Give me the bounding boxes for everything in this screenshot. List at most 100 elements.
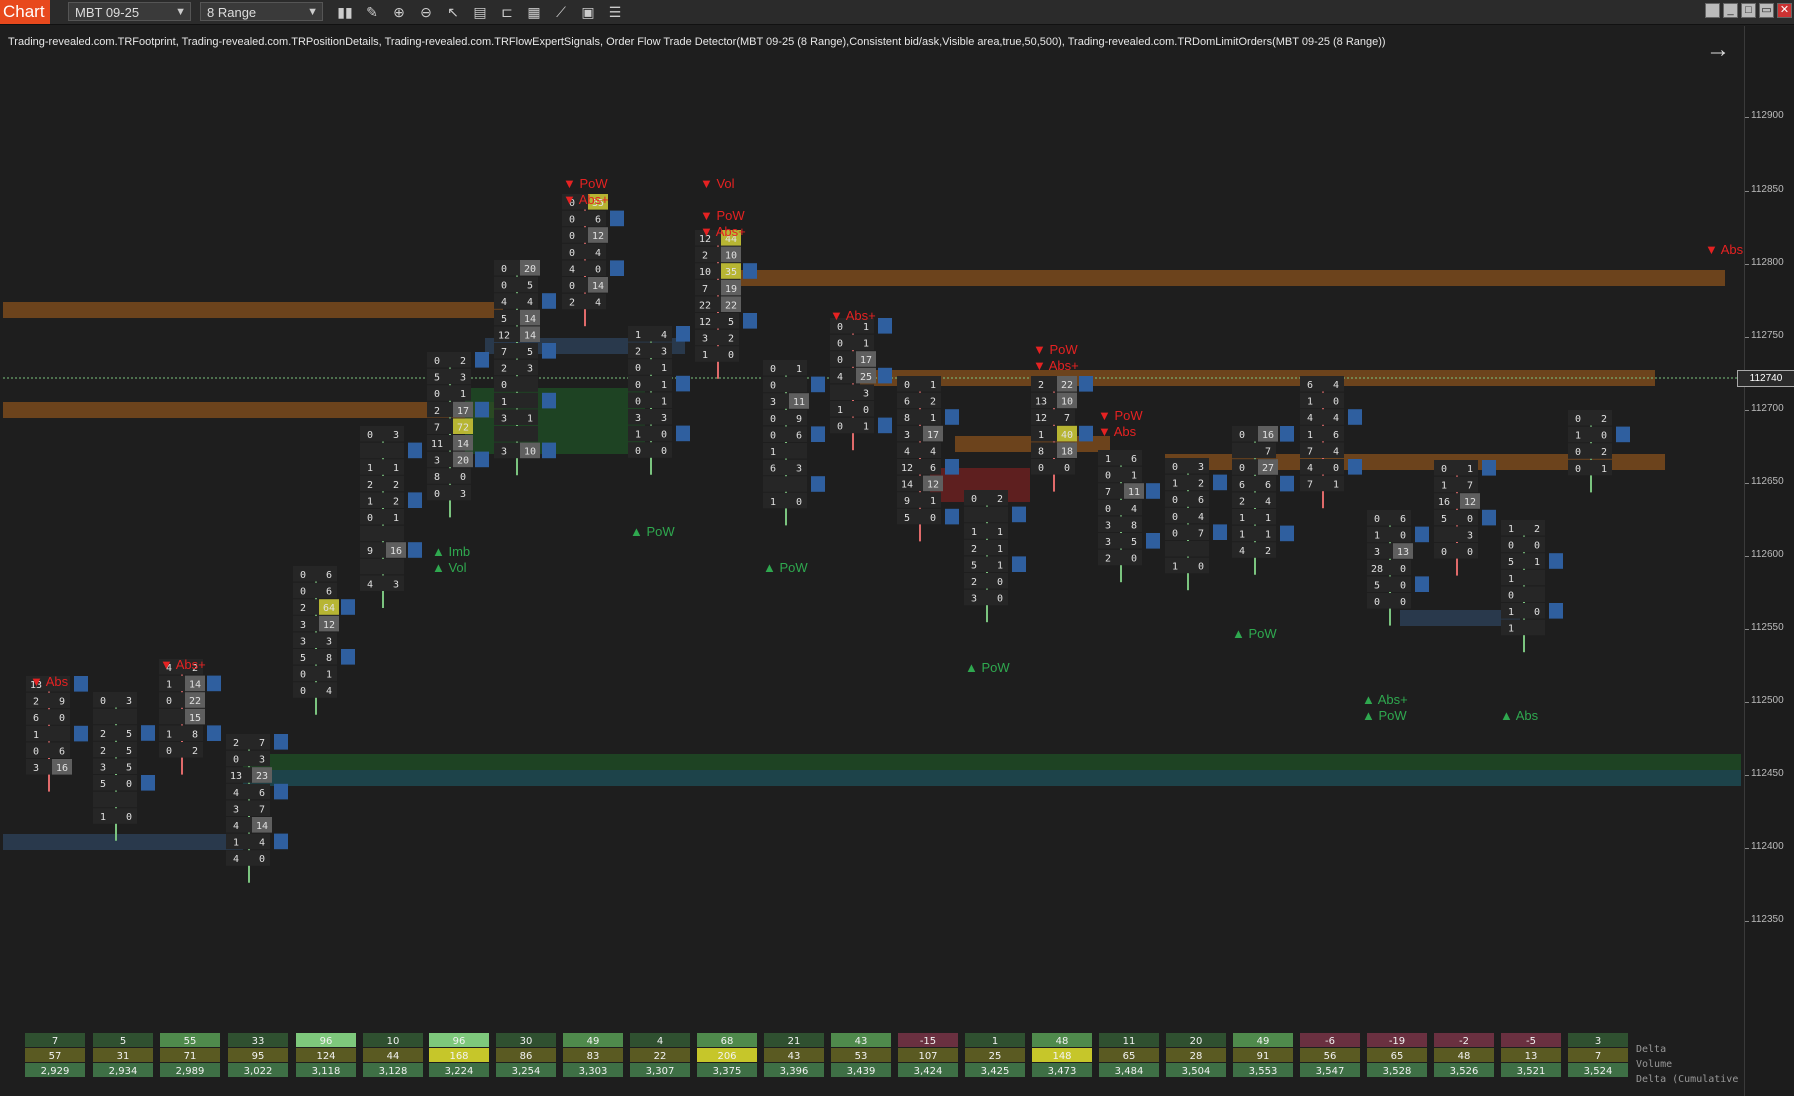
template-icon[interactable]: ▣ — [578, 2, 598, 22]
cumulative-delta-cell: 3,022 — [244, 1066, 273, 1077]
dom-limit-bar — [542, 343, 556, 359]
ask-volume: 3 — [393, 430, 399, 441]
bid-volume: 0 — [837, 339, 843, 350]
dom-limit-bar — [945, 409, 959, 425]
bid-volume: 0 — [300, 670, 306, 681]
dom-limit-bar — [945, 459, 959, 475]
bid-volume: 4 — [501, 297, 507, 308]
ask-volume: 5 — [126, 729, 132, 740]
ask-volume: 3 — [460, 373, 466, 384]
last-price-tag: 112740 — [1737, 370, 1794, 387]
bar-chart-icon[interactable]: ▮▮ — [335, 2, 355, 22]
pointer-icon[interactable]: ↖ — [443, 2, 463, 22]
bid-volume: 2 — [971, 544, 977, 555]
footprint-bar: 1 6 0 1 7 11 0 4 3 8 3 5 2 0 — [1098, 450, 1160, 583]
bid-volume: 0 — [501, 264, 507, 275]
delta-cell: 20 — [1190, 1036, 1203, 1047]
bid-volume: 1 — [770, 447, 776, 458]
close-icon[interactable]: ✕ — [1777, 3, 1792, 18]
footprint-cell — [360, 525, 404, 542]
cumulative-delta-cell: 2,934 — [109, 1066, 138, 1077]
footprint-bar: 0 3 1 1 2 2 1 2 0 1 9 16 4 3 — [360, 426, 422, 608]
footprint-cell — [763, 476, 807, 492]
dom-limit-bar — [811, 476, 825, 492]
cumulative-delta-cell: 3,484 — [1115, 1066, 1144, 1077]
bid-volume: 1 — [1508, 574, 1514, 585]
volume-cell: 48 — [1458, 1051, 1471, 1062]
ask-volume: 4 — [1333, 380, 1339, 391]
bid-volume: 0 — [1374, 514, 1380, 525]
zoom-in-icon[interactable]: ⊕ — [389, 2, 409, 22]
footprint-chart[interactable]: 132 96 010 63 160 32 52 53 55 01 04 21 140 22151 80 22 7… — [0, 26, 1744, 1096]
bid-volume: 1 — [770, 497, 776, 508]
ask-volume: 1 — [1333, 480, 1339, 491]
bid-volume: 5 — [100, 779, 106, 790]
minimize-icon[interactable]: _ — [1723, 3, 1738, 18]
delta-cell: 10 — [387, 1036, 400, 1047]
properties-icon[interactable]: ⟋ — [551, 2, 571, 22]
row-label-delta: Delta — [1636, 1044, 1667, 1055]
dom-limit-bar — [475, 451, 489, 468]
bid-volume: 3 — [300, 636, 306, 647]
ask-volume: 14 — [457, 439, 469, 450]
volume-cell: 107 — [918, 1051, 937, 1062]
bid-volume: 1 — [1374, 531, 1380, 542]
cumulative-delta-cell: 3,473 — [1048, 1066, 1077, 1077]
price-tick: 112400 — [1745, 841, 1784, 852]
zoom-out-icon[interactable]: ⊖ — [416, 2, 436, 22]
order-icon[interactable]: ⊏ — [497, 2, 517, 22]
data-box-icon[interactable]: ▤ — [470, 2, 490, 22]
ask-volume: 1 — [997, 527, 1003, 538]
ask-volume: 16 — [1262, 430, 1274, 441]
bid-volume: 5 — [1508, 557, 1514, 568]
list-icon[interactable]: ☰ — [605, 2, 625, 22]
cumulative-delta-cell: 2,989 — [176, 1066, 205, 1077]
ask-volume: 0 — [259, 854, 265, 865]
dom-limit-bar — [743, 313, 757, 329]
ask-volume: 0 — [997, 594, 1003, 605]
bid-volume: 0 — [1172, 495, 1178, 506]
dom-limit-bar — [1213, 474, 1227, 491]
zone-band — [3, 834, 243, 850]
dom-limit-bar — [1012, 556, 1026, 572]
dom-limit-bar — [878, 367, 892, 384]
ask-volume: 6 — [595, 215, 601, 226]
bid-volume: 0 — [569, 231, 575, 242]
ask-volume: 1 — [527, 413, 533, 424]
ask-volume: 1 — [460, 389, 466, 400]
maximize-icon[interactable]: □ — [1741, 3, 1756, 18]
bid-volume: 12 — [1035, 413, 1047, 424]
ask-volume: 2 — [997, 494, 1003, 505]
ask-volume: 2 — [1601, 447, 1607, 458]
ask-volume: 1 — [1534, 557, 1540, 568]
instrument-selector[interactable]: MBT 09-25 ▼ — [68, 2, 191, 21]
volume-cell: 148 — [1052, 1051, 1071, 1062]
ask-volume: 22 — [725, 300, 737, 311]
bid-volume: 6 — [904, 397, 910, 408]
bid-volume: 0 — [1239, 430, 1245, 441]
bid-volume: 1 — [1105, 454, 1111, 465]
cumulative-delta-cell: 2,929 — [41, 1066, 70, 1077]
ask-volume: 7 — [259, 738, 265, 749]
ask-volume: 1 — [1265, 530, 1271, 541]
cumulative-delta-cell: 3,128 — [379, 1066, 408, 1077]
chart-tab[interactable]: Chart — [0, 0, 50, 24]
strategy-icon[interactable]: ▦ — [524, 2, 544, 22]
tile-icon[interactable]: ▭ — [1759, 3, 1774, 18]
footprint-bar: 0 6 1 0 3 13 28 0 5 0 0 0 — [1367, 510, 1429, 626]
period-selector[interactable]: 8 Range ▼ — [200, 2, 323, 21]
bid-volume: 0 — [367, 430, 373, 441]
ask-volume: 0 — [1333, 397, 1339, 408]
price-axis[interactable]: 112900 112850 112800 112750 112700 112650 1126… — [1744, 26, 1794, 1096]
restore-icon[interactable] — [1705, 3, 1720, 18]
cumulative-delta-cell: 3,547 — [1316, 1066, 1345, 1077]
ask-volume: 8 — [326, 653, 332, 664]
bid-volume: 3 — [702, 334, 708, 345]
ask-volume: 10 — [1061, 397, 1073, 408]
bid-volume: 4 — [837, 372, 843, 383]
bid-volume: 0 — [1172, 528, 1178, 539]
draw-icon[interactable]: ✎ — [362, 2, 382, 22]
bid-volume: 1 — [100, 812, 106, 823]
ask-volume: 12 — [1464, 497, 1476, 508]
volume-cell: 13 — [1525, 1051, 1538, 1062]
